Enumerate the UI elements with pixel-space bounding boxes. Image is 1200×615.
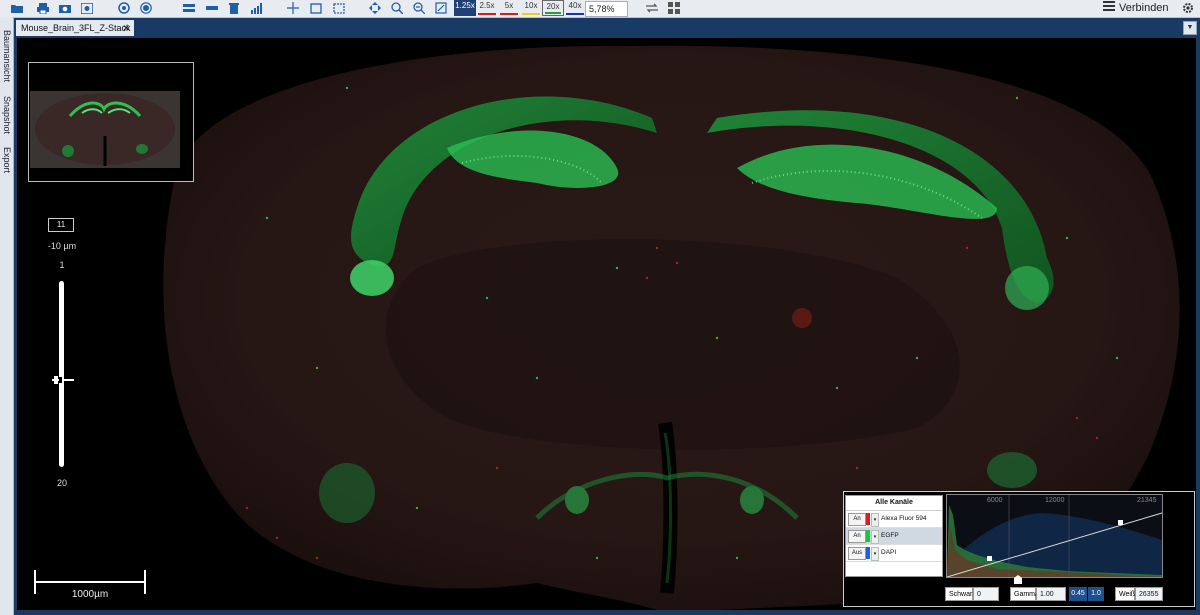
channel-row-alexa[interactable]: An ▾ Alexa Fluor 594 <box>846 511 942 528</box>
connect-button[interactable]: Verbinden <box>1103 1 1169 16</box>
zoom-out-icon[interactable] <box>411 1 426 15</box>
swap-icon[interactable] <box>644 1 659 15</box>
zoom-in-icon[interactable] <box>389 1 404 15</box>
close-icon[interactable]: ✕ <box>122 20 130 36</box>
target-icon[interactable] <box>138 1 153 15</box>
tab-baumansicht[interactable]: Baumansicht <box>0 23 13 89</box>
channel-list-header: Alle Kanäle <box>846 496 942 511</box>
gamma-value-field[interactable]: 1.00 <box>1036 587 1066 601</box>
scale-bar-label: 1000µm <box>71 589 109 600</box>
white-label: Weiß <box>1115 587 1135 601</box>
zoom-20x-button[interactable]: 20x <box>542 0 564 16</box>
channel-name: Alexa Fluor 594 <box>881 515 927 522</box>
zoom-5x-button[interactable]: 5x <box>498 0 520 16</box>
document-tab-bar <box>14 18 1200 36</box>
channel-name: EGFP <box>881 532 899 539</box>
channel-color-swatch <box>866 530 870 542</box>
zoom-2.5x-button[interactable]: 2.5x <box>476 0 498 16</box>
channel-toggle[interactable]: An <box>848 530 866 543</box>
pan-icon[interactable] <box>367 1 382 15</box>
tab-export[interactable]: Export <box>0 141 13 179</box>
z-step-label: -10 µm <box>47 241 77 251</box>
trash-icon[interactable] <box>226 1 241 15</box>
histogram-icon[interactable] <box>249 1 264 15</box>
gamma-preset-045-button[interactable]: 0.45 <box>1069 587 1087 601</box>
channel-row-egfp[interactable]: An ▾ EGFP <box>846 528 942 545</box>
channel-name: DAPI <box>881 549 897 556</box>
chevron-down-icon[interactable]: ▾ <box>871 530 879 544</box>
crosshair-icon[interactable] <box>285 1 300 15</box>
channel-color-swatch <box>866 513 870 525</box>
overview-navigator[interactable] <box>28 62 194 182</box>
histogram-tick: 12000 <box>1045 497 1065 504</box>
channel-list: Alle Kanäle An ▾ Alexa Fluor 594 An ▾ EG… <box>845 495 943 577</box>
channel-color-swatch <box>866 547 870 559</box>
black-value-field[interactable]: 0 <box>973 587 999 601</box>
zoom-value-field[interactable]: 5,78% <box>585 1 628 17</box>
gamma-marker-icon[interactable] <box>1014 575 1022 584</box>
grid-icon[interactable] <box>666 1 681 15</box>
document-tab-title: Mouse_Brain_3FL_Z-Stack <box>21 23 131 33</box>
channel-toggle[interactable]: Aus <box>848 547 866 560</box>
list-icon <box>1103 1 1115 16</box>
chevron-down-icon[interactable]: ▾ <box>871 547 879 561</box>
side-panel-tabs: Baumansicht Snapshot Export <box>0 17 14 615</box>
connect-label: Verbinden <box>1119 2 1169 14</box>
snapshot-icon[interactable] <box>79 1 94 15</box>
black-label: Schwarz <box>945 587 976 601</box>
histogram-view[interactable]: 6000 12000 21345 <box>946 494 1163 578</box>
histogram-tick: 21345 <box>1137 497 1157 504</box>
gamma-preset-10-button[interactable]: 1.0 <box>1088 587 1104 601</box>
gamma-label: Gamma <box>1010 587 1039 601</box>
z-min-label: 1 <box>59 260 65 270</box>
rectangle-select-icon[interactable] <box>308 1 323 15</box>
layers-icon[interactable] <box>181 1 196 15</box>
zoom-10x-button[interactable]: 10x <box>520 0 542 16</box>
view-icon[interactable] <box>116 1 131 15</box>
zoom-40x-button[interactable]: 40x <box>564 0 586 16</box>
document-tab[interactable]: Mouse_Brain_3FL_Z-Stack ✕ <box>16 20 134 36</box>
print-icon[interactable] <box>35 1 50 15</box>
z-index-field[interactable]: 11 <box>48 218 74 232</box>
chevron-down-icon[interactable]: ▾ <box>871 513 879 527</box>
z-slider-track[interactable] <box>59 281 64 467</box>
folder-open-icon[interactable] <box>9 1 24 15</box>
settings-gear-icon[interactable] <box>1180 1 1195 15</box>
camera-icon[interactable] <box>57 1 72 15</box>
z-max-label: 20 <box>56 478 67 488</box>
channel-row-dapi[interactable]: Aus ▾ DAPI <box>846 545 942 562</box>
histogram-tick: 6000 <box>987 497 1003 504</box>
tab-menu-button[interactable]: ▼ <box>1183 21 1197 35</box>
white-value-field[interactable]: 26355 <box>1135 587 1163 601</box>
zoom-1.25x-button[interactable]: 1.25x <box>454 0 476 16</box>
tab-snapshot[interactable]: Snapshot <box>0 91 13 139</box>
overview-thumbnail <box>30 91 180 168</box>
channel-toggle[interactable]: An <box>848 513 866 526</box>
main-toolbar: 1.25x 2.5x 5x 10x 20x 40x 5,78% Verbinde… <box>0 0 1200 18</box>
ruler-icon[interactable] <box>204 1 219 15</box>
annotation-icon[interactable] <box>331 1 346 15</box>
fit-icon[interactable] <box>433 1 448 15</box>
z-slider-thumb[interactable] <box>52 375 74 384</box>
